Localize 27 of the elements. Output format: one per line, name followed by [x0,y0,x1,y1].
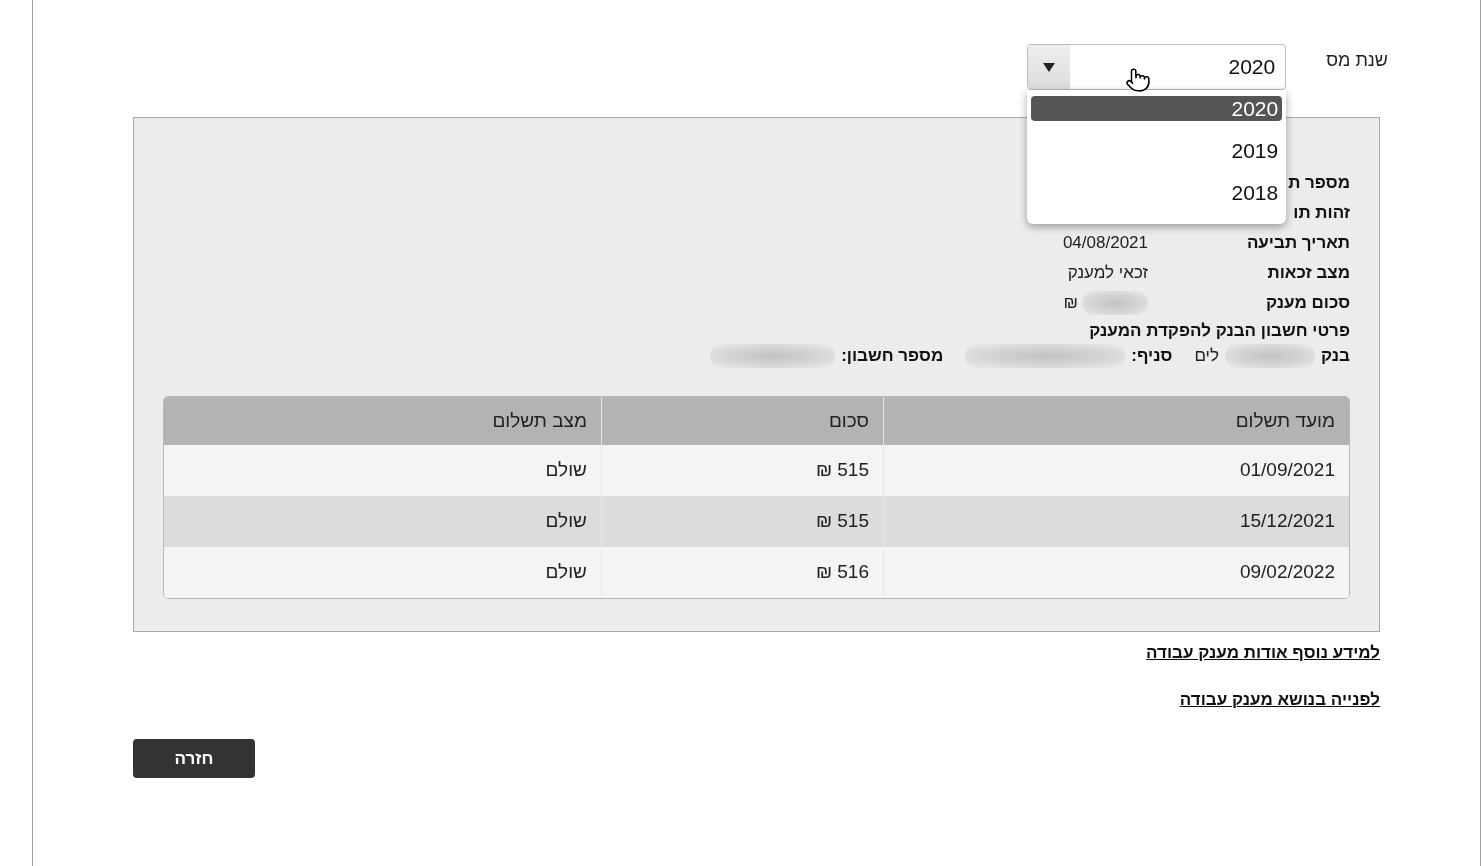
field-label: תאריך תביעה [1246,232,1350,255]
field-label: בנק [1321,345,1350,368]
caret-down-icon [1043,62,1056,72]
table-cell-text: שולם [544,509,588,534]
dropdown-option[interactable]: 2019 [1031,138,1283,163]
info-link[interactable]: לפנייה בנושא מענק עבודה [1179,690,1380,710]
table-cell: 09/02/2022 [883,547,1349,598]
field-label: סניף: [1131,345,1173,368]
table-cell-text: שולם [544,458,588,483]
dropdown-option[interactable]: 2020 [1031,96,1283,121]
back-button[interactable]: חזרה [133,739,255,778]
table-cell-text: שולם [544,560,588,585]
field-label: זהות תו [1293,202,1350,225]
field-label: מצב זכאות [1267,262,1350,285]
field-value: זכאי למענק [1067,262,1148,285]
column-header: מצב תשלום [491,408,588,433]
field-value: לים [1194,345,1219,368]
field-label: מספר חשבון: [841,345,944,368]
field-value: ₪ [1063,292,1078,315]
field-label: שנת מס [1326,49,1388,72]
field-label: סכום מענק [1266,292,1350,315]
section-heading: פרטי חשבון הבנק להפקדת המענק [1089,320,1350,343]
table-cell: 516 ₪ [601,547,883,598]
field-value: 04/08/2021 [1062,232,1148,255]
info-link[interactable]: למידע נוסף אודות מענק עבודה [1146,643,1380,663]
field-label: מספר ת [1288,172,1350,195]
dropdown-option[interactable]: 2018 [1031,180,1283,205]
